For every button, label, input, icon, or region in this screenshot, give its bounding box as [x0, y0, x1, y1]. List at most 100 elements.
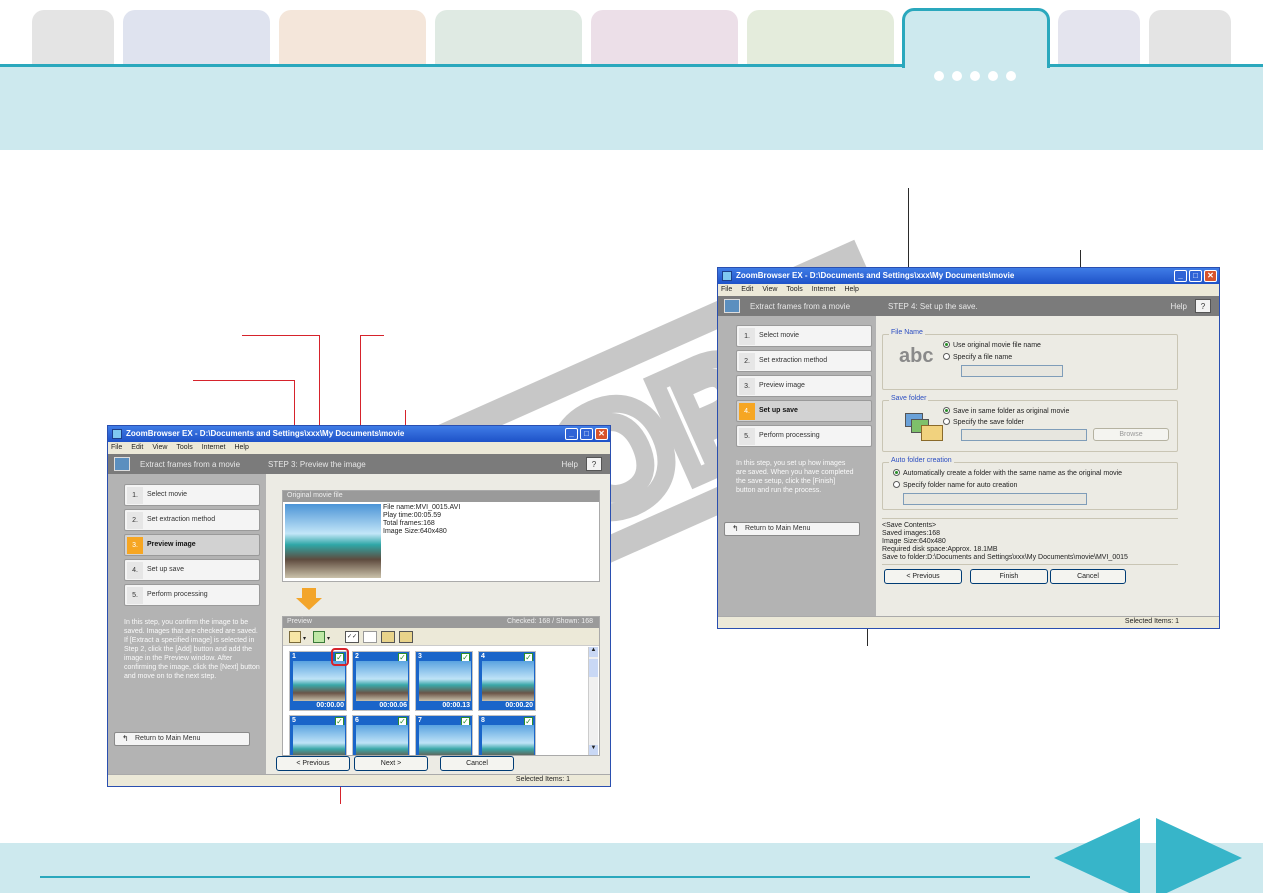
file-name-group: File Name abc Use original movie file na… [882, 329, 1178, 390]
use-original-name-radio[interactable]: Use original movie file name [943, 341, 1041, 349]
cancel-button[interactable]: Cancel [440, 756, 514, 771]
tab-9[interactable] [1149, 10, 1231, 66]
step-select-movie[interactable]: 1. Select movie [124, 484, 260, 506]
menu-edit[interactable]: Edit [131, 444, 143, 452]
thumb-image [293, 661, 345, 701]
dropdown-arrow-icon[interactable]: ▾ [327, 635, 330, 642]
save-contents: <Save Contents> Saved images:168 Image S… [882, 518, 1178, 562]
scroll-thumb[interactable] [589, 659, 598, 677]
step-number: 1. [127, 487, 143, 504]
menu-edit[interactable]: Edit [741, 286, 753, 294]
help-button[interactable]: ? [1195, 299, 1211, 313]
thumbnail[interactable]: 8 ✓ [478, 715, 536, 755]
step-preview-image[interactable]: 3. Preview image [124, 534, 260, 556]
close-button[interactable]: ✕ [1204, 270, 1217, 282]
tab-3[interactable] [279, 10, 426, 66]
tab-8[interactable] [1058, 10, 1140, 66]
next-button[interactable]: Next > [354, 756, 428, 771]
tab-5[interactable] [591, 10, 738, 66]
finish-button[interactable]: Finish [970, 569, 1048, 584]
add-image-icon[interactable] [289, 631, 301, 643]
status-text: Selected Items: 1 [515, 776, 570, 783]
previous-button[interactable]: < Previous [884, 569, 962, 584]
thumbnail[interactable]: 5 ✓ [289, 715, 347, 755]
task-title: Extract frames from a movie [750, 302, 851, 311]
menu-view[interactable]: View [762, 286, 777, 294]
menu-tools[interactable]: Tools [786, 286, 802, 294]
minimize-button[interactable]: _ [565, 428, 578, 440]
menu-file[interactable]: File [721, 286, 732, 294]
maximize-button[interactable]: □ [580, 428, 593, 440]
auto-create-folder-radio[interactable]: Automatically create a folder with the s… [893, 469, 1122, 477]
thumbnail[interactable]: 6 ✓ [352, 715, 410, 755]
step-preview-image[interactable]: 3. Preview image [736, 375, 872, 397]
header-line-right [1050, 64, 1263, 67]
browse-button[interactable]: Browse [1093, 428, 1169, 441]
scroll-down-icon[interactable]: ▼ [589, 745, 598, 755]
image-menu-icon[interactable] [313, 631, 325, 643]
uncheck-all-icon[interactable] [363, 631, 377, 643]
step-select-movie[interactable]: 1. Select movie [736, 325, 872, 347]
tab-2[interactable] [123, 10, 270, 66]
menu-internet[interactable]: Internet [812, 286, 836, 294]
cancel-button[interactable]: Cancel [1050, 569, 1126, 584]
thumb-image [419, 725, 471, 755]
step-set-up-save[interactable]: 4. Set up save [124, 559, 260, 581]
thumbnail[interactable]: 2 ✓ 00:00.06 [352, 651, 410, 711]
return-to-main-menu-button[interactable]: ↰ Return to Main Menu [724, 522, 860, 536]
zoom-out-icon[interactable] [399, 631, 413, 643]
step-perform-processing[interactable]: 5. Perform processing [124, 584, 260, 606]
save-folder-input[interactable] [961, 429, 1087, 441]
radio-label: Use original movie file name [953, 342, 1041, 349]
step-number: 1. [739, 328, 755, 345]
menu-tools[interactable]: Tools [176, 444, 192, 452]
menu-help[interactable]: Help [844, 286, 858, 294]
specify-file-name-radio[interactable]: Specify a file name [943, 353, 1012, 361]
minimize-button[interactable]: _ [1174, 270, 1187, 282]
close-button[interactable]: ✕ [595, 428, 608, 440]
radio-dot [943, 418, 950, 425]
step-title: STEP 3: Preview the image [268, 460, 366, 469]
maximize-button[interactable]: □ [1189, 270, 1202, 282]
help-button[interactable]: ? [586, 457, 602, 471]
file-name-input[interactable] [961, 365, 1063, 377]
tab-1[interactable] [32, 10, 114, 66]
triangle-left-icon[interactable] [1054, 818, 1140, 893]
step-set-extraction[interactable]: 2. Set extraction method [736, 350, 872, 372]
scroll-up-icon[interactable]: ▲ [589, 647, 598, 657]
menu-file[interactable]: File [111, 444, 122, 452]
menu-help[interactable]: Help [234, 444, 248, 452]
check-all-icon[interactable]: ✓✓ [345, 631, 359, 643]
thumbnail-grid: 1 ✓ 00:00.00 2 ✓ 00:00.06 3 ✓ 00:00.13 4 ✓ 00:00… [283, 647, 589, 755]
tab-6[interactable] [747, 10, 894, 66]
menu-internet[interactable]: Internet [202, 444, 226, 452]
return-label: Return to Main Menu [135, 735, 201, 742]
step-set-extraction[interactable]: 2. Set extraction method [124, 509, 260, 531]
app-icon [722, 271, 732, 281]
menu-bar: File Edit View Tools Internet Help [718, 284, 1219, 296]
tab-4[interactable] [435, 10, 582, 66]
specify-auto-folder-radio[interactable]: Specify folder name for auto creation [893, 481, 1017, 489]
specify-folder-radio[interactable]: Specify the save folder [943, 418, 1024, 426]
triangle-right-icon[interactable] [1156, 818, 1242, 893]
return-to-main-menu-button[interactable]: ↰ Return to Main Menu [114, 732, 250, 746]
previous-button[interactable]: < Previous [276, 756, 350, 771]
step-set-up-save[interactable]: 4. Set up save [736, 400, 872, 422]
step-perform-processing[interactable]: 5. Perform processing [736, 425, 872, 447]
menu-view[interactable]: View [152, 444, 167, 452]
save-same-folder-radio[interactable]: Save in same folder as original movie [943, 407, 1069, 415]
zoom-in-icon[interactable] [381, 631, 395, 643]
thumbnail[interactable]: 7 ✓ [415, 715, 473, 755]
step-number: 4. [127, 562, 143, 579]
thumb-time: 00:00.00 [316, 702, 344, 709]
vertical-scrollbar[interactable]: ▲ ▼ [588, 647, 598, 755]
title-bar: ZoomBrowser EX - D:\Documents and Settin… [108, 426, 610, 442]
thumb-number: 6 [355, 717, 359, 724]
dropdown-arrow-icon[interactable]: ▾ [303, 635, 306, 642]
thumbnail[interactable]: 4 ✓ 00:00.20 [478, 651, 536, 711]
thumb-image [419, 661, 471, 701]
thumbnail[interactable]: 3 ✓ 00:00.13 [415, 651, 473, 711]
tab-7-active[interactable] [902, 8, 1050, 68]
auto-folder-input[interactable] [903, 493, 1087, 505]
help-label: Help [561, 460, 578, 469]
